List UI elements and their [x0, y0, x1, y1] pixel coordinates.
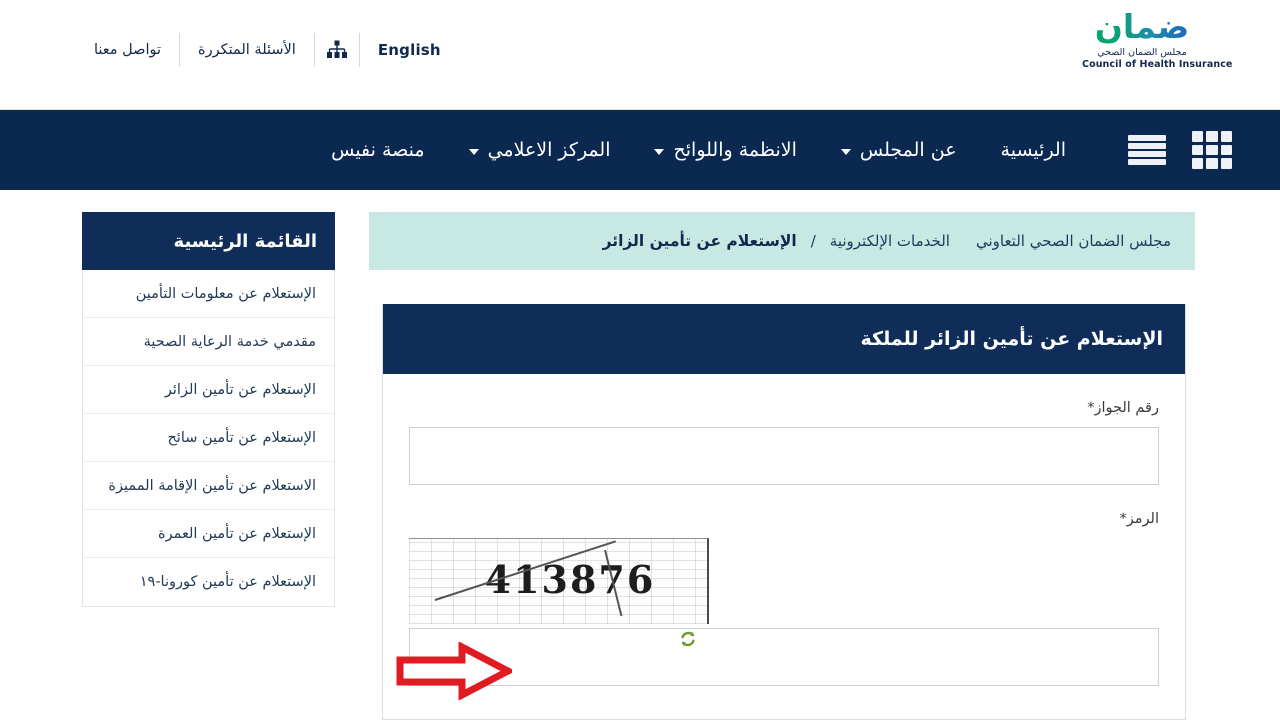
logo-english-subtitle: Council of Health Insurance — [1082, 59, 1233, 70]
sidebar-item-premium-residency-insurance[interactable]: الاستعلام عن تأمين الإقامة المميزة — [83, 462, 334, 510]
breadcrumb-root: مجلس الضمان الصحي التعاوني — [975, 232, 1171, 250]
captcha-code-text: 413876 — [484, 557, 656, 602]
nav-item-label: الانظمة واللوائح — [673, 139, 797, 161]
sidebar-item-tourist-insurance[interactable]: الإستعلام عن تأمين سائح — [83, 414, 334, 462]
sitemap-icon[interactable] — [319, 30, 355, 70]
nav-item-home[interactable]: الرئيسية — [979, 110, 1088, 190]
breadcrumb-current: الإستعلام عن تأمين الزائر — [602, 232, 797, 250]
chevron-down-icon — [840, 148, 851, 155]
logo-arabic-subtitle: مجلس الضمان الصحي — [1097, 47, 1187, 58]
site-logo[interactable]: ضمان مجلس الضمان الصحي Council of Health… — [1082, 8, 1233, 71]
language-toggle-english[interactable]: English — [364, 30, 455, 70]
captcha-field: الرمز* 413876 — [409, 511, 1159, 686]
captcha-image: 413876 — [409, 538, 709, 624]
nav-item-label: عن المجلس — [859, 139, 957, 161]
breadcrumb: مجلس الضمان الصحي التعاوني الخدمات الإلك… — [369, 212, 1195, 270]
refresh-icon[interactable] — [679, 630, 697, 648]
passport-number-field: رقم الجواز* — [409, 400, 1159, 485]
nav-items: الرئيسية عن المجلس الانظمة واللوائح المر… — [309, 110, 1088, 190]
nav-item-label: منصة نفيس — [331, 139, 425, 161]
nav-icon-group — [1128, 131, 1232, 169]
sidebar-main-menu: القائمة الرئيسية الإستعلام عن معلومات ال… — [82, 212, 335, 607]
chevron-down-icon — [654, 148, 665, 155]
nav-item-media-center[interactable]: المركز الاعلامي — [447, 110, 633, 190]
sidebar-item-umrah-insurance[interactable]: الإستعلام عن تأمين العمرة — [83, 510, 334, 558]
top-link-contact-us[interactable]: تواصل معنا — [80, 30, 175, 70]
main-navigation-bar: الرئيسية عن المجلس الانظمة واللوائح المر… — [0, 110, 1280, 190]
top-utility-links: تواصل معنا الأسئلة المتكررة English — [80, 30, 455, 70]
sidebar-header: القائمة الرئيسية — [82, 212, 335, 270]
hamburger-menu-icon[interactable] — [1128, 132, 1166, 168]
sidebar-item-insurance-info[interactable]: الإستعلام عن معلومات التأمين — [83, 270, 334, 318]
page-content: مجلس الضمان الصحي التعاوني الخدمات الإلك… — [0, 190, 1280, 720]
top-link-faq[interactable]: الأسئلة المتكررة — [184, 30, 310, 70]
nav-item-regulations[interactable]: الانظمة واللوائح — [632, 110, 818, 190]
nav-item-label: الرئيسية — [1000, 139, 1066, 161]
captcha-input[interactable] — [409, 628, 1159, 686]
visitor-insurance-form-panel: الإستعلام عن تأمين الزائر للملكة رقم الج… — [382, 304, 1186, 720]
captcha-row: 413876 — [409, 538, 1159, 647]
page-title: الإستعلام عن تأمين الزائر للملكة — [860, 328, 1164, 350]
divider — [358, 33, 360, 67]
sidebar-title: القائمة الرئيسية — [173, 230, 317, 252]
chevron-down-icon — [468, 148, 479, 155]
top-utility-bar: تواصل معنا الأسئلة المتكررة English ضمان… — [0, 0, 1280, 110]
nav-item-label: المركز الاعلامي — [487, 139, 611, 161]
sidebar-item-covid19-insurance[interactable]: الإستعلام عن تأمين كورونا-١٩ — [83, 558, 334, 606]
nav-item-about-council[interactable]: عن المجلس — [819, 110, 979, 190]
panel-header: الإستعلام عن تأمين الزائر للملكة — [383, 304, 1185, 374]
form-body: رقم الجواز* الرمز* 413876 — [383, 374, 1185, 686]
passport-number-input[interactable] — [409, 427, 1159, 485]
apps-grid-icon[interactable] — [1192, 131, 1232, 169]
passport-number-label: رقم الجواز* — [1087, 400, 1159, 416]
captcha-wrapper: 413876 — [409, 538, 709, 647]
sidebar-item-visitor-insurance[interactable]: الإستعلام عن تأمين الزائر — [83, 366, 334, 414]
sidebar-list: الإستعلام عن معلومات التأمين مقدمي خدمة … — [82, 270, 335, 607]
sidebar-item-healthcare-providers[interactable]: مقدمي خدمة الرعاية الصحية — [83, 318, 334, 366]
breadcrumb-separator: / — [810, 232, 816, 250]
breadcrumb-parent[interactable]: الخدمات الإلكترونية — [830, 232, 950, 250]
divider — [313, 33, 315, 67]
nav-item-nafees-platform[interactable]: منصة نفيس — [309, 110, 446, 190]
page-root: تواصل معنا الأسئلة المتكررة English ضمان… — [0, 0, 1280, 720]
logo-wordmark: ضمان — [1082, 8, 1202, 46]
captcha-label: الرمز* — [1119, 511, 1159, 527]
divider — [179, 33, 181, 67]
